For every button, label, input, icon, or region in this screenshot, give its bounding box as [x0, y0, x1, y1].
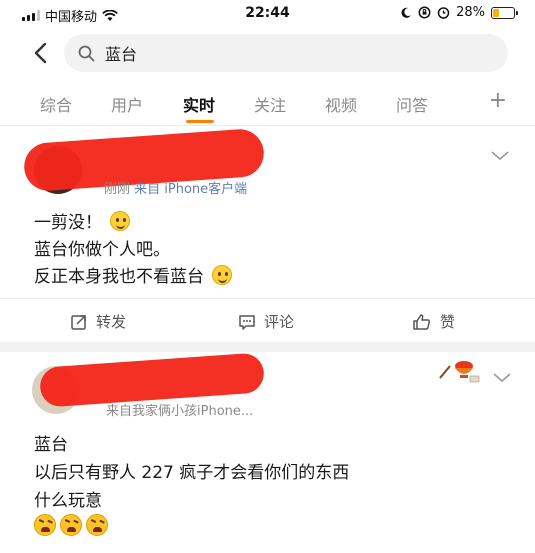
moon-icon	[401, 7, 412, 18]
post-line: 反正本身我也不看蓝台	[34, 262, 232, 287]
chevron-down-icon[interactable]	[492, 372, 512, 384]
comment-label: 评论	[264, 313, 295, 331]
tab-qa[interactable]: 问答	[396, 92, 428, 116]
hotpot-badge-icon	[439, 361, 480, 383]
search-input[interactable]: 蓝台	[64, 34, 508, 72]
post-line: 一剪没！	[34, 208, 130, 233]
search-tabs: 综合 用户 实时 关注 视频 问答	[0, 82, 535, 126]
post-time: 刚刚	[104, 182, 131, 197]
back-button[interactable]	[26, 38, 54, 68]
post-line: 蓝台你做个人吧。	[34, 235, 170, 260]
chevron-left-icon	[34, 42, 47, 64]
status-right: 28%	[400, 5, 518, 20]
alarm-icon	[437, 7, 450, 19]
post-meta: 来自我家俩小孩iPhone...	[106, 400, 253, 419]
comment-icon	[239, 314, 255, 330]
post-line: 以后只有野人 227 疯子才会看你们的东西	[34, 458, 349, 483]
feed-divider	[0, 342, 535, 352]
tab-users[interactable]: 用户	[111, 92, 143, 116]
angry-emoji-icon	[34, 514, 56, 536]
tab-comprehensive[interactable]: 综合	[40, 92, 72, 116]
post-source[interactable]: 来自我家俩小孩iPhone...	[106, 404, 253, 419]
post-text: 蓝台你做个人吧。	[34, 240, 170, 260]
like-button[interactable]: 赞	[412, 311, 455, 332]
tab-video[interactable]: 视频	[325, 92, 357, 116]
post-line: 蓝台	[34, 430, 68, 455]
post-source[interactable]: 来自 iPhone客户端	[134, 182, 247, 197]
emoji-row	[34, 514, 108, 536]
post-line: 什么玩意	[34, 486, 102, 511]
active-tab-indicator	[186, 120, 214, 123]
tab-following[interactable]: 关注	[254, 92, 286, 116]
post-meta: 刚刚 来自 iPhone客户端	[104, 178, 247, 197]
post-card: 刚刚 来自 iPhone客户端 一剪没！ 蓝台你做个人吧。 反正本身我也不看蓝台…	[0, 127, 535, 342]
add-tab-button[interactable]: +	[489, 88, 507, 113]
repost-label: 转发	[96, 313, 127, 331]
tab-realtime[interactable]: 实时	[183, 92, 215, 116]
battery-percent: 28%	[456, 5, 485, 20]
status-bar: 中国移动 22:44 28%	[0, 0, 535, 28]
post-text: 反正本身我也不看蓝台	[34, 267, 204, 287]
chevron-down-icon[interactable]	[490, 150, 510, 162]
angry-emoji-icon	[86, 514, 108, 536]
search-row: 蓝台	[0, 28, 535, 78]
battery-icon	[491, 6, 518, 19]
post-text: 蓝台	[34, 435, 68, 455]
smile-emoji-icon	[110, 210, 130, 231]
rotation-lock-icon	[418, 6, 431, 19]
post-card: 来自我家俩小孩iPhone... 蓝台 以后只有野人 227 疯子才会看你们的东…	[0, 352, 535, 553]
post-text: 以后只有野人 227 疯子才会看你们的东西	[34, 463, 350, 483]
repost-icon	[71, 314, 86, 330]
post-text: 一剪没！	[34, 213, 102, 233]
repost-button[interactable]: 转发	[70, 311, 126, 332]
battery-fill	[493, 8, 500, 17]
post-text: 什么玩意	[34, 491, 102, 511]
search-icon	[78, 45, 95, 61]
search-query: 蓝台	[105, 45, 138, 64]
like-label: 赞	[440, 313, 456, 331]
angry-emoji-icon	[60, 514, 82, 536]
smile-emoji-icon	[212, 264, 232, 285]
comment-button[interactable]: 评论	[238, 311, 294, 332]
post-actions: 转发 评论 赞	[0, 298, 535, 342]
thumbs-up-icon	[413, 313, 431, 330]
